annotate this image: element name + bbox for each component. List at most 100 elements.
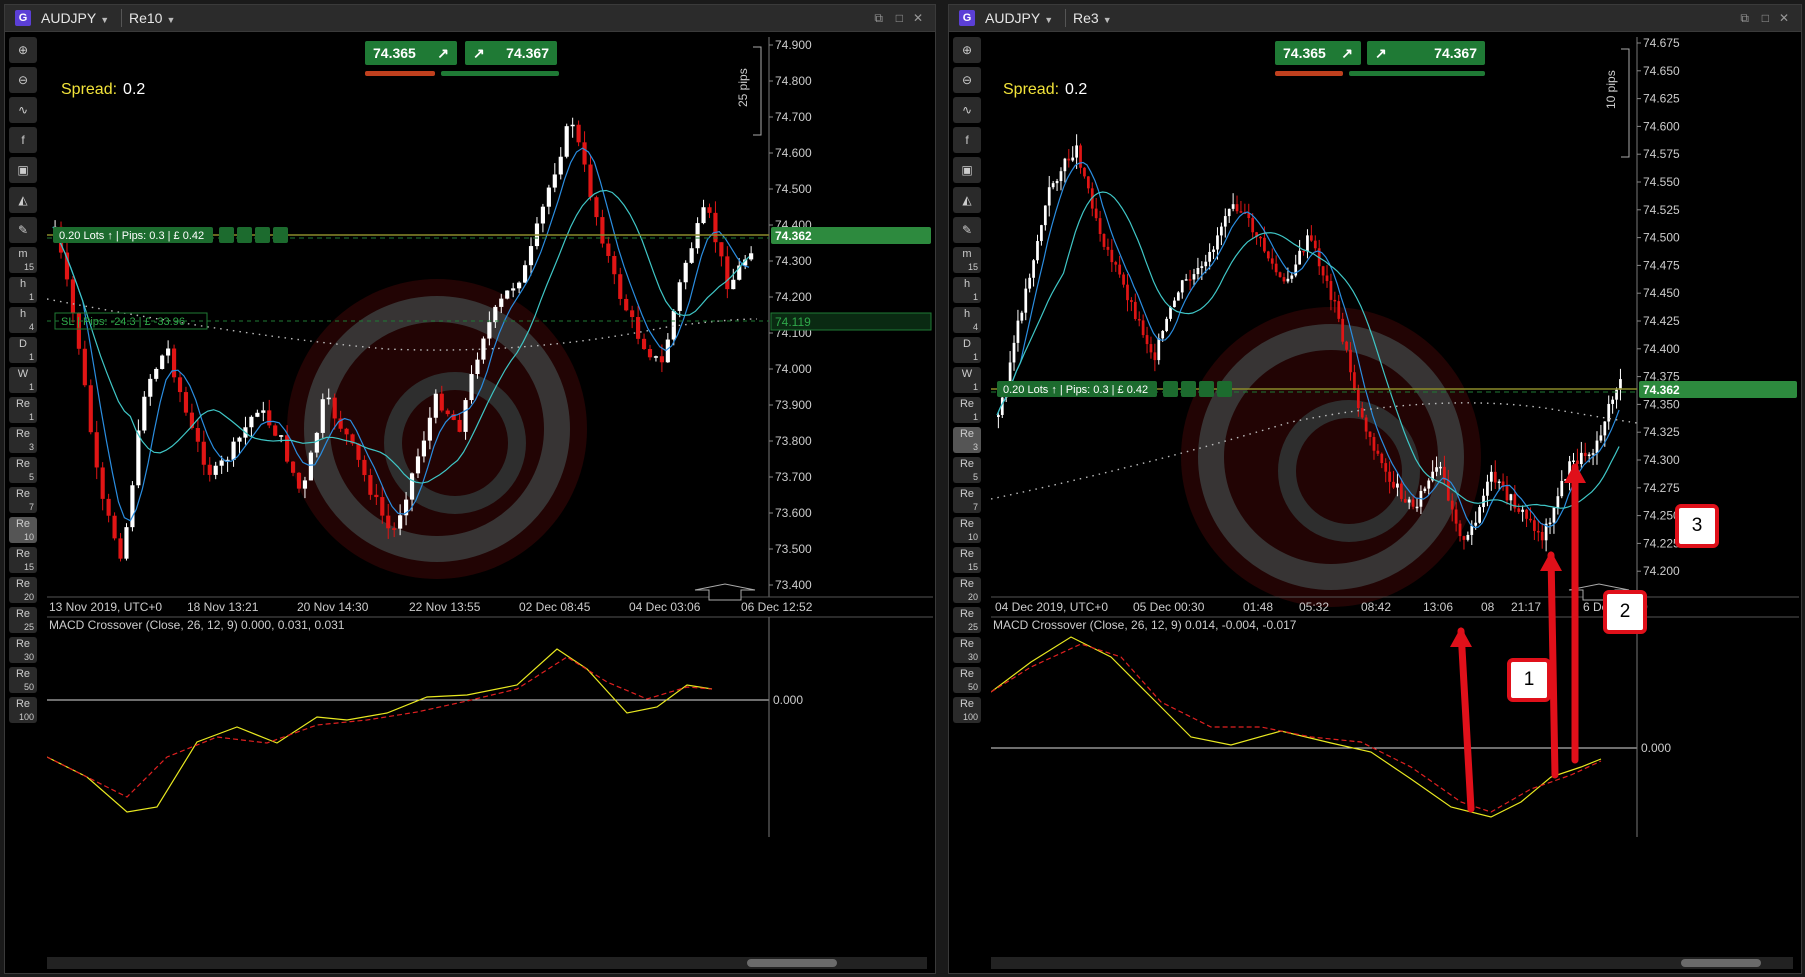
timeframe-button-sub: 20 [967, 592, 978, 602]
candle [457, 419, 462, 432]
candle [1310, 235, 1313, 241]
timeframe-button-re20[interactable]: Re 20 [9, 577, 37, 603]
time-axis-label: 22 Nov 13:55 [409, 600, 481, 614]
indicators-icon[interactable]: ∿ [9, 97, 37, 123]
timeframe-button-m15[interactable]: m 15 [953, 247, 981, 273]
trader-icon[interactable]: ◭ [953, 187, 981, 213]
timeframe-button-re1[interactable]: Re 1 [953, 397, 981, 423]
timeframe-button-w1[interactable]: W1 [953, 367, 981, 393]
trader-icon[interactable]: ◭ [9, 187, 37, 213]
candle [1611, 399, 1615, 404]
maximize-icon[interactable]: □ [896, 11, 903, 25]
close-position-icon[interactable] [273, 227, 288, 243]
timeframe-button-w1[interactable]: W1 [9, 367, 37, 393]
candle [1619, 379, 1622, 390]
price-tick-label: 74.500 [1643, 231, 1680, 245]
scrollbar-thumb[interactable] [1681, 959, 1761, 967]
timeframe-button-re100[interactable]: Re 100 [9, 697, 37, 723]
bot-icon[interactable]: ▣ [9, 157, 37, 183]
candle [1083, 167, 1086, 177]
candle [1388, 471, 1391, 482]
shield-icon[interactable] [219, 227, 234, 243]
macd-line [46, 648, 713, 813]
timeframe-button-re7[interactable]: Re 7 [9, 487, 37, 513]
symbol-selector[interactable]: AUDJPY ▼ [985, 10, 1053, 26]
candle [1435, 467, 1438, 472]
timeframe-button-re15[interactable]: Re 15 [9, 547, 37, 573]
timeframe-button-sub: 1 [28, 412, 34, 422]
timeframe-selector[interactable]: Re10 ▼ [129, 10, 175, 26]
magnet-icon[interactable] [237, 227, 252, 243]
candle [439, 393, 444, 411]
timeframe-button-re3[interactable]: Re 3 [9, 427, 37, 453]
edit-icon[interactable]: ✎ [9, 217, 37, 243]
indicators-icon[interactable]: ∿ [953, 97, 981, 123]
buy-button[interactable]: ↗ 74.367 [1367, 41, 1485, 65]
close-icon[interactable]: ✕ [1779, 11, 1789, 25]
close-icon[interactable]: ✕ [913, 11, 923, 25]
symbol-selector[interactable]: AUDJPY ▼ [41, 10, 109, 26]
scroll-to-end-tab[interactable] [694, 583, 756, 601]
candle [296, 472, 302, 489]
reverse-icon[interactable] [1199, 381, 1214, 397]
timeframe-button-re10[interactable]: Re 10 [9, 517, 37, 543]
timeframe-button-h1[interactable]: h1 [9, 277, 37, 303]
candle [1306, 235, 1309, 252]
maximize-icon[interactable]: □ [1762, 11, 1769, 25]
macd-zero-label: 0.000 [1641, 741, 1671, 755]
edit-icon[interactable]: ✎ [953, 217, 981, 243]
timeframe-button-re1[interactable]: Re 1 [9, 397, 37, 423]
sell-button[interactable]: 74.365 ↗ [365, 41, 457, 65]
candle [1024, 288, 1028, 313]
buy-button[interactable]: ↗ 74.367 [465, 41, 557, 65]
timeframe-button-re25[interactable]: Re 25 [953, 607, 981, 633]
timeframe-button-h1[interactable]: h1 [953, 277, 981, 303]
sell-button[interactable]: 74.365 ↗ [1275, 41, 1361, 65]
timeframe-button-d1[interactable]: D1 [9, 337, 37, 363]
scrollbar-thumb[interactable] [747, 959, 837, 967]
timeframe-button-re50[interactable]: Re 50 [953, 667, 981, 693]
timeframe-button-re30[interactable]: Re 30 [9, 637, 37, 663]
detach-icon[interactable]: ⧉ [874, 11, 883, 26]
timeframe-button-m15[interactable]: m 15 [9, 247, 37, 273]
candle [285, 435, 290, 462]
zoom-in-icon[interactable]: ⊕ [953, 37, 981, 63]
timeframe-button-re30[interactable]: Re 30 [953, 637, 981, 663]
timeframe-button-re50[interactable]: Re 50 [9, 667, 37, 693]
magnet-icon[interactable] [1181, 381, 1196, 397]
timeframe-button-re5[interactable]: Re 5 [953, 457, 981, 483]
bot-icon[interactable]: ▣ [953, 157, 981, 183]
timeframe-button-re10[interactable]: Re 10 [953, 517, 981, 543]
zoom-out-icon[interactable]: ⊖ [953, 67, 981, 93]
candle [344, 428, 349, 435]
timeframe-button-re7[interactable]: Re 7 [953, 487, 981, 513]
timeframe-button-d1[interactable]: D1 [953, 337, 981, 363]
zoom-out-icon[interactable]: ⊖ [9, 67, 37, 93]
candle [1333, 299, 1337, 302]
timeframe-selector[interactable]: Re3 ▼ [1073, 10, 1112, 26]
pips-ruler-label: 25 pips [736, 68, 750, 107]
candle [1364, 417, 1368, 432]
shield-icon[interactable] [1163, 381, 1178, 397]
close-position-icon[interactable] [1217, 381, 1232, 397]
reverse-icon[interactable] [255, 227, 270, 243]
timeframe-button-re3[interactable]: Re 3 [953, 427, 981, 453]
candle [653, 356, 659, 358]
timeframe-button-sub: 1 [972, 382, 978, 392]
horizontal-scrollbar[interactable] [47, 957, 927, 969]
callout-3: 3 [1675, 504, 1719, 548]
timeframe-button-re100[interactable]: Re 100 [953, 697, 981, 723]
price-tick-label: 74.575 [1643, 147, 1680, 161]
facebook-icon[interactable]: f [9, 127, 37, 153]
timeframe-button-re15[interactable]: Re 15 [953, 547, 981, 573]
timeframe-button-re5[interactable]: Re 5 [9, 457, 37, 483]
detach-icon[interactable]: ⧉ [1740, 11, 1749, 26]
facebook-icon[interactable]: f [953, 127, 981, 153]
horizontal-scrollbar[interactable] [991, 957, 1793, 969]
timeframe-button-h4[interactable]: h4 [953, 307, 981, 333]
zoom-in-icon[interactable]: ⊕ [9, 37, 37, 63]
timeframe-button-re25[interactable]: Re 25 [9, 607, 37, 633]
timeframe-button-h4[interactable]: h4 [9, 307, 37, 333]
candle [1118, 264, 1122, 275]
timeframe-button-re20[interactable]: Re 20 [953, 577, 981, 603]
